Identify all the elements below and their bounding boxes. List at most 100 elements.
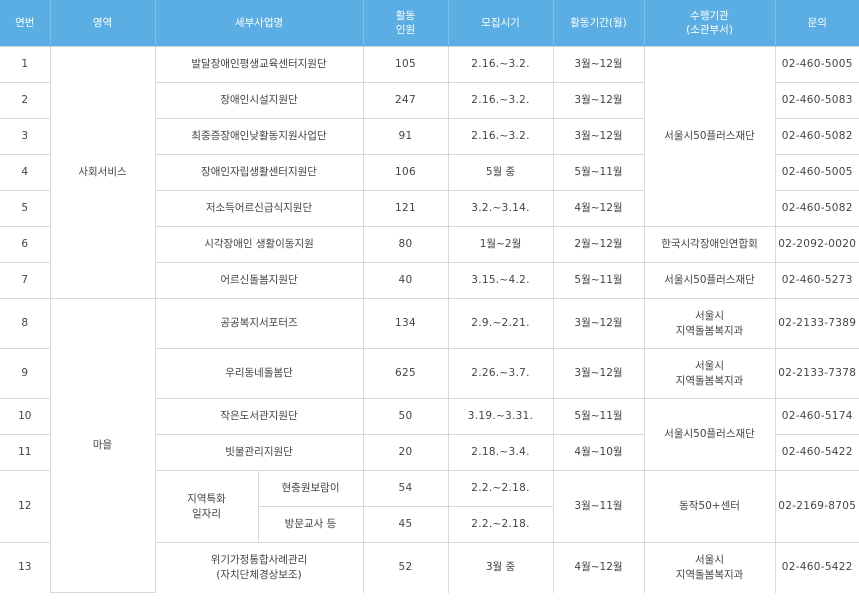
cell-recruit: 2.9.~2.21.: [447, 298, 554, 349]
cell-no: 6: [0, 226, 51, 263]
cell-project: 장애인시설지원단: [154, 82, 364, 119]
cell-project-group: 지역특화 일자리: [154, 470, 259, 543]
cell-people: 121: [362, 190, 449, 227]
program-table: 연번 영역 세부사업명 활동 인원 모집시기 활동기간(월) 수행기관 (소관부…: [0, 0, 859, 593]
cell-contact: 02-460-5174: [774, 398, 859, 435]
cell-agency: 서울시 지역돌봄복지과: [643, 348, 776, 399]
cell-area-village: 마을: [49, 298, 156, 593]
cell-agency: 한국시각장애인연합회: [643, 226, 776, 263]
cell-project: 작은도서관지원단: [154, 398, 364, 435]
cell-period: 5월~11월: [552, 262, 645, 299]
cell-contact: 02-460-5422: [774, 542, 859, 593]
cell-recruit: 5월 중: [447, 154, 554, 191]
cell-no: 10: [0, 398, 51, 435]
cell-period: 3월~12월: [552, 82, 645, 119]
cell-people: 134: [362, 298, 449, 349]
cell-subproject: 방문교사 등: [258, 506, 364, 543]
cell-recruit: 2.16.~3.2.: [447, 82, 554, 119]
cell-project: 빗물관리지원단: [154, 434, 364, 471]
cell-recruit: 1월~2월: [447, 226, 554, 263]
cell-project: 시각장애인 생활이동지원: [154, 226, 364, 263]
cell-no: 12: [0, 470, 51, 543]
cell-people: 50: [362, 398, 449, 435]
cell-project: 발달장애인평생교육센터지원단: [154, 46, 364, 83]
cell-contact: 02-2092-0020: [774, 226, 859, 263]
cell-agency: 서울시 지역돌봄복지과: [643, 542, 776, 593]
cell-period: 4월~12월: [552, 542, 645, 593]
cell-contact: 02-460-5005: [774, 154, 859, 191]
cell-period: 3월~12월: [552, 298, 645, 349]
cell-no: 13: [0, 542, 51, 593]
cell-people: 91: [362, 118, 449, 155]
cell-period: 4월~10월: [552, 434, 645, 471]
cell-people: 105: [362, 46, 449, 83]
cell-contact: 02-2169-8705: [774, 470, 859, 543]
cell-project: 공공복지서포터즈: [154, 298, 364, 349]
cell-people: 106: [362, 154, 449, 191]
cell-project: 장애인자립생활센터지원단: [154, 154, 364, 191]
cell-people: 20: [362, 434, 449, 471]
cell-period: 3월~12월: [552, 46, 645, 83]
cell-area-social: 사회서비스: [49, 46, 156, 299]
cell-project: 최중증장애인낮활동지원사업단: [154, 118, 364, 155]
cell-subproject: 현충원보람이: [257, 470, 364, 507]
cell-people: 40: [362, 262, 449, 299]
cell-contact: 02-460-5082: [774, 118, 859, 155]
cell-agency-merged: 서울시50플러스재단: [643, 46, 776, 227]
table-row: 8 마을 공공복지서포터즈 134 2.9.~2.21. 3월~12월 서울시 …: [0, 298, 859, 593]
table-row: 1 사회서비스 발달장애인평생교육센터지원단 105 2.16.~3.2. 3월…: [0, 46, 859, 299]
cell-period: 3월~12월: [552, 118, 645, 155]
cell-people: 52: [362, 542, 449, 593]
cell-project: 어르신돌봄지원단: [154, 262, 364, 299]
cell-period: 2월~12월: [552, 226, 645, 263]
cell-no: 5: [0, 190, 51, 227]
cell-contact: 02-460-5005: [774, 46, 859, 83]
cell-contact: 02-460-5273: [774, 262, 859, 299]
cell-contact: 02-2133-7389: [774, 298, 859, 349]
cell-recruit: 2.26.~3.7.: [447, 348, 554, 399]
cell-contact: 02-2133-7378: [774, 348, 859, 399]
cell-no: 1: [0, 46, 51, 83]
cell-no: 3: [0, 118, 51, 155]
cell-agency-merged: 서울시50플러스재단: [643, 398, 776, 471]
col-header-period: 활동기간(월): [553, 0, 645, 47]
cell-recruit: 3.19.~3.31.: [447, 398, 554, 435]
header-row: 연번 영역 세부사업명 활동 인원 모집시기 활동기간(월) 수행기관 (소관부…: [0, 0, 859, 47]
cell-agency: 서울시 지역돌봄복지과: [643, 298, 776, 349]
cell-contact: 02-460-5422: [774, 434, 859, 471]
cell-period: 3월~12월: [552, 348, 645, 399]
cell-no: 2: [0, 82, 51, 119]
cell-recruit: 3.2.~3.14.: [447, 190, 554, 227]
cell-no: 4: [0, 154, 51, 191]
cell-recruit: 3.15.~4.2.: [447, 262, 554, 299]
cell-no: 9: [0, 348, 51, 399]
col-header-no: 연번: [0, 0, 51, 47]
cell-period: 5월~11월: [552, 154, 645, 191]
cell-contact: 02-460-5083: [774, 82, 859, 119]
cell-agency: 서울시50플러스재단: [643, 262, 776, 299]
cell-recruit: 2.2.~2.18.: [447, 506, 553, 543]
cell-project: 위기가정통합사례관리 (자치단체경상보조): [154, 542, 364, 593]
cell-agency: 동작50+센터: [643, 470, 776, 543]
cell-no: 8: [0, 298, 51, 349]
cell-contact: 02-460-5082: [774, 190, 859, 227]
cell-recruit: 2.16.~3.2.: [447, 118, 554, 155]
cell-people: 625: [362, 348, 449, 399]
cell-project: 저소득어르신급식지원단: [154, 190, 364, 227]
cell-period: 5월~11월: [552, 398, 645, 435]
cell-people: 45: [362, 506, 449, 543]
cell-people: 54: [362, 470, 449, 507]
cell-recruit: 2.2.~2.18.: [447, 470, 554, 507]
cell-period: 3월~11월: [552, 470, 645, 543]
cell-no: 11: [0, 434, 51, 471]
col-header-area: 영역: [50, 0, 156, 47]
col-header-project: 세부사업명: [155, 0, 364, 47]
col-header-recruit: 모집시기: [448, 0, 554, 47]
col-header-contact: 문의: [775, 0, 859, 47]
cell-recruit: 2.16.~3.2.: [447, 46, 554, 83]
col-header-agency: 수행기관 (소관부서): [644, 0, 776, 47]
cell-recruit: 3월 중: [447, 542, 554, 593]
cell-period: 4월~12월: [552, 190, 645, 227]
cell-people: 80: [362, 226, 449, 263]
col-header-people: 활동 인원: [363, 0, 449, 47]
